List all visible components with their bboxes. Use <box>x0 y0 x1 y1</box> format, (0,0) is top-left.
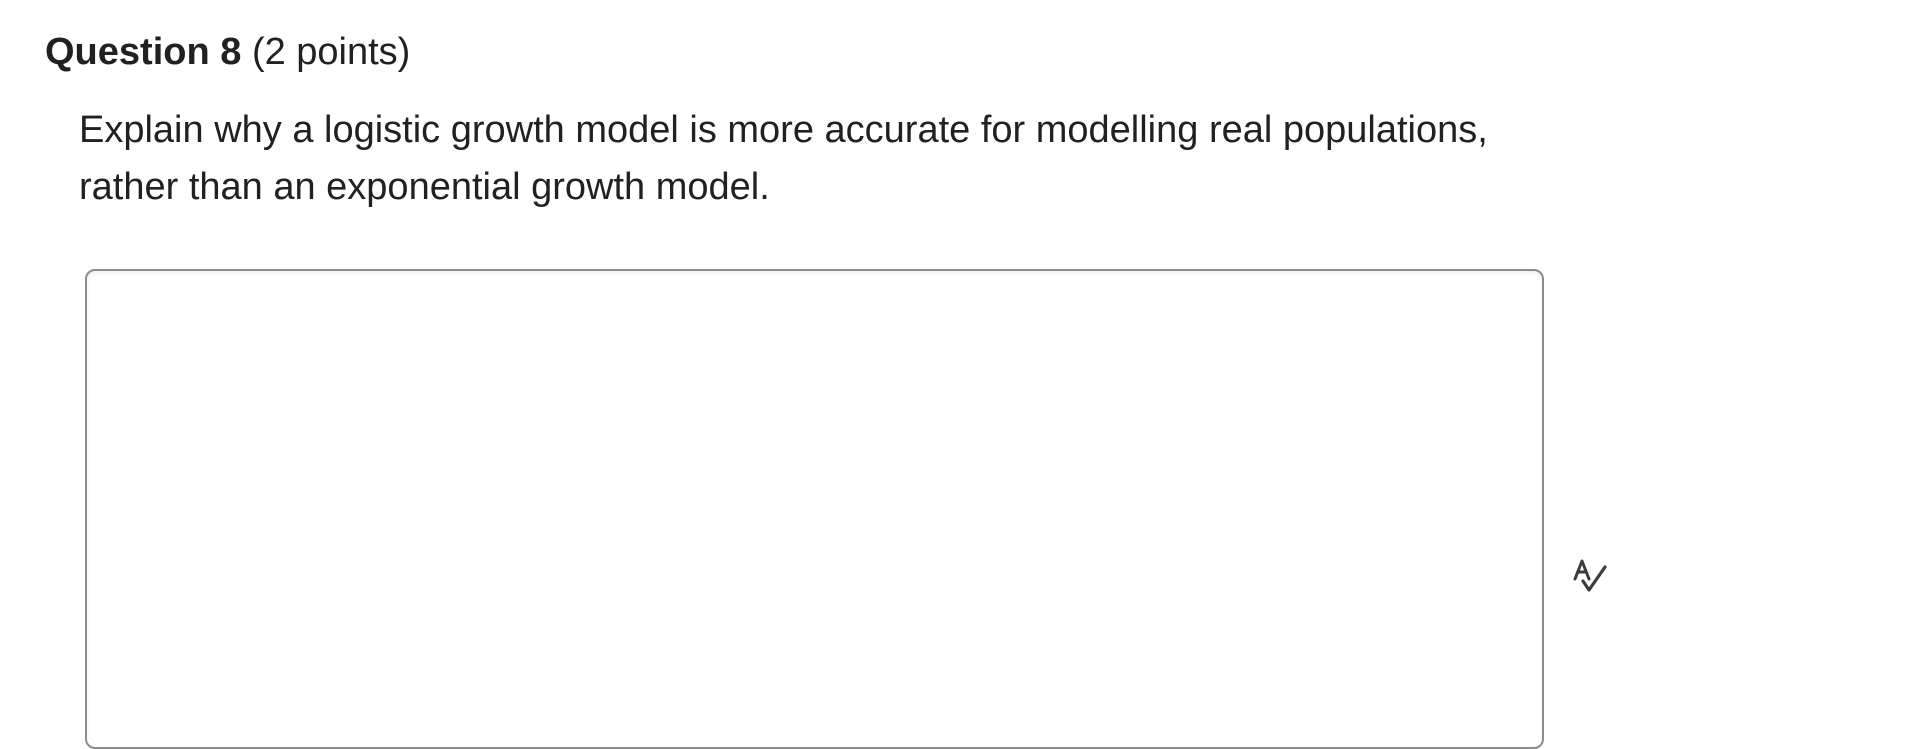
question-header: Question 8 (2 points) <box>45 28 410 76</box>
spellcheck-icon[interactable] <box>1571 557 1611 597</box>
question-title: Question 8 <box>45 31 242 73</box>
question-prompt: Explain why a logistic growth model is m… <box>79 109 1488 208</box>
question-points: (2 points) <box>251 31 411 73</box>
answer-textarea[interactable] <box>85 269 1544 749</box>
